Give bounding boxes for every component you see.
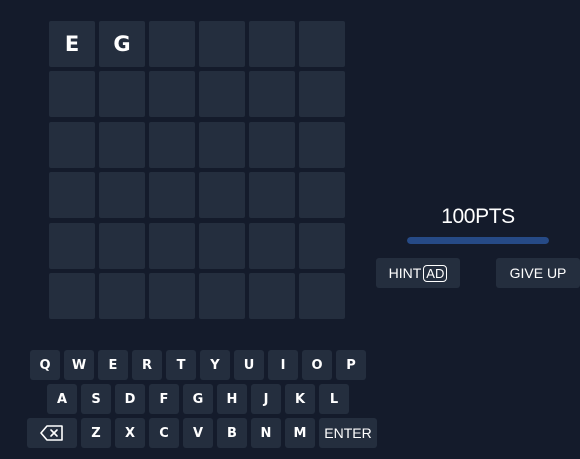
board-tile (249, 222, 295, 269)
board-tile (299, 121, 345, 168)
board-tile (299, 172, 345, 219)
board-tile (299, 71, 345, 118)
board-tile (99, 121, 145, 168)
key[interactable]: J (251, 384, 281, 414)
board-tile (99, 172, 145, 219)
board-tile (199, 272, 245, 319)
key[interactable]: V (183, 418, 213, 448)
key[interactable]: M (285, 418, 315, 448)
key[interactable]: R (132, 350, 162, 380)
board-tile (249, 71, 295, 118)
hint-label: HINT (388, 265, 422, 281)
board-tile (99, 222, 145, 269)
key[interactable]: I (268, 350, 298, 380)
board-tile (249, 172, 295, 219)
board-tile (299, 222, 345, 269)
board-tile: G (99, 21, 145, 67)
key[interactable]: E (98, 350, 128, 380)
board-tile (149, 21, 195, 67)
key[interactable]: K (285, 384, 315, 414)
give-up-label: GIVE UP (509, 265, 567, 281)
board-tile (149, 71, 195, 118)
board-tile: E (49, 21, 95, 67)
board-tile (199, 222, 245, 269)
game-screen: EG 100PTS HINT AD GIVE UP QWERTYUIOP ASDF… (0, 0, 580, 459)
board-tile (149, 121, 195, 168)
board-tile (49, 172, 95, 219)
key[interactable]: O (302, 350, 332, 380)
key[interactable]: X (115, 418, 145, 448)
backspace-icon (40, 425, 63, 441)
key[interactable]: Z (81, 418, 111, 448)
board-tile (299, 272, 345, 319)
board-tile (199, 71, 245, 118)
backspace-key[interactable] (27, 418, 77, 448)
board-tile (49, 121, 95, 168)
board-tile (199, 21, 245, 67)
key[interactable]: Q (30, 350, 60, 380)
key[interactable]: D (115, 384, 145, 414)
score-bar (407, 237, 549, 244)
keyboard-row-3: Z X C V B N M ENTER (27, 418, 377, 448)
keyboard-row-1: QWERTYUIOP (30, 350, 366, 380)
give-up-button[interactable]: GIVE UP (496, 258, 580, 288)
board-tile (149, 172, 195, 219)
board-tile (249, 272, 295, 319)
board-tile (149, 272, 195, 319)
key[interactable]: H (217, 384, 247, 414)
score-bar-fill (407, 237, 549, 244)
key[interactable]: Y (200, 350, 230, 380)
key[interactable]: F (149, 384, 179, 414)
keyboard-row-2: ASDFGHJKL (47, 384, 349, 414)
board-tile (99, 71, 145, 118)
board-tile (299, 21, 345, 67)
key[interactable]: U (234, 350, 264, 380)
board-tile (49, 222, 95, 269)
board-tile (199, 121, 245, 168)
key[interactable]: W (64, 350, 94, 380)
board-tile (199, 172, 245, 219)
board-tile (249, 121, 295, 168)
key[interactable]: N (251, 418, 281, 448)
ad-badge: AD (423, 264, 448, 282)
key[interactable]: S (81, 384, 111, 414)
key[interactable]: G (183, 384, 213, 414)
board-tile (49, 272, 95, 319)
board-tile (99, 272, 145, 319)
game-board: EG (49, 21, 345, 319)
key[interactable]: T (166, 350, 196, 380)
key[interactable]: C (149, 418, 179, 448)
key[interactable]: P (336, 350, 366, 380)
board-tile (249, 21, 295, 67)
board-tile (49, 71, 95, 118)
board-tile (149, 222, 195, 269)
enter-key[interactable]: ENTER (319, 418, 377, 448)
key[interactable]: A (47, 384, 77, 414)
key[interactable]: B (217, 418, 247, 448)
key[interactable]: L (319, 384, 349, 414)
hint-button[interactable]: HINT AD (376, 258, 460, 288)
score-label: 100PTS (441, 205, 515, 228)
